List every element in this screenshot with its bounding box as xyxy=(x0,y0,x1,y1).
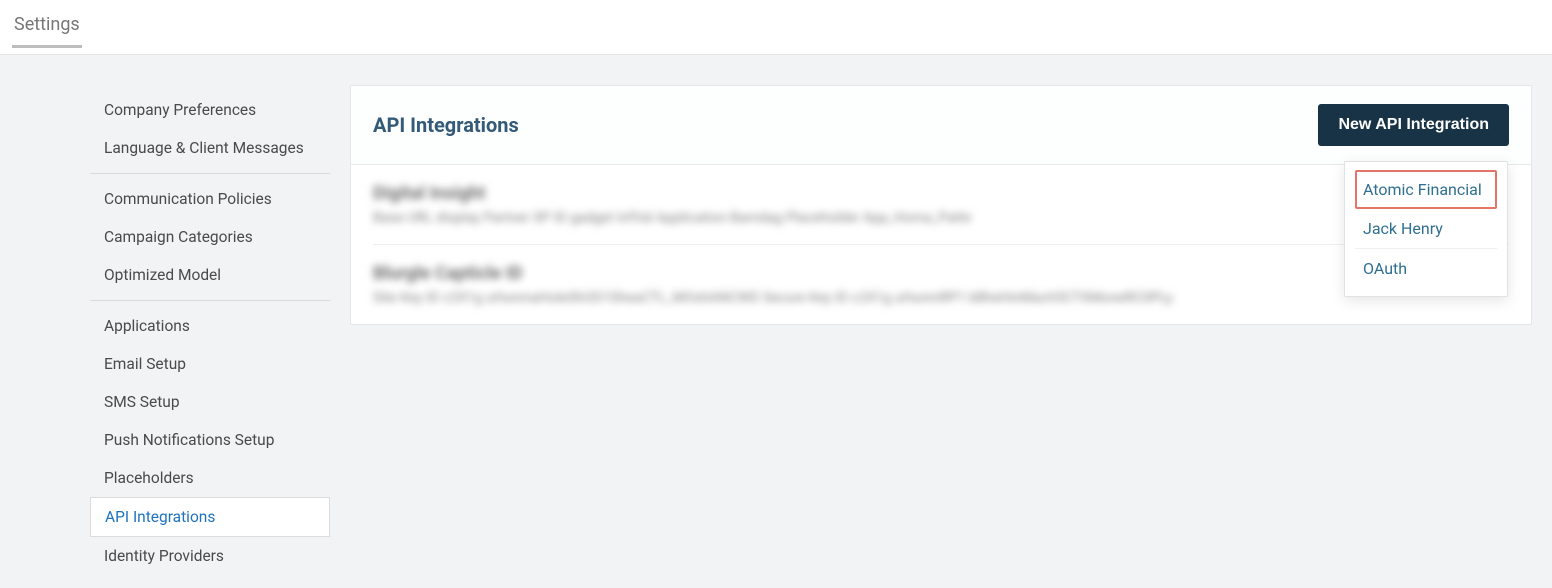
dropdown-option-oauth[interactable]: OAuth xyxy=(1355,249,1497,288)
tab-settings[interactable]: Settings xyxy=(12,12,82,48)
sidebar-item-placeholders[interactable]: Placeholders xyxy=(90,459,330,497)
sidebar-item-optimized-model[interactable]: Optimized Model xyxy=(90,256,330,294)
integration-row[interactable]: Digital Insight Base URL display Partner… xyxy=(373,165,1509,245)
integration-row-subtitle: Base URL display Partner SP ID gadget In… xyxy=(373,210,1509,226)
integration-row-subtitle: Site Key ID c2X1g uHunmaHoleShOD1SheaCTL… xyxy=(373,290,1509,306)
dropdown-option-jack-henry[interactable]: Jack Henry xyxy=(1355,209,1497,249)
integration-row-title: Blurgle Capticle ID xyxy=(373,263,1509,284)
integration-row-title: Digital Insight xyxy=(373,183,1509,204)
topbar: Settings xyxy=(0,0,1552,48)
integration-row[interactable]: Blurgle Capticle ID Site Key ID c2X1g uH… xyxy=(373,245,1509,324)
dropdown-option-atomic-financial[interactable]: Atomic Financial xyxy=(1355,170,1497,209)
settings-sidebar: Company Preferences Language & Client Me… xyxy=(90,85,330,588)
sidebar-item-communication-policies[interactable]: Communication Policies xyxy=(90,180,330,218)
panel-title: API Integrations xyxy=(373,113,519,137)
sidebar-item-identity-providers[interactable]: Identity Providers xyxy=(90,537,330,575)
sidebar-item-language-client-messages[interactable]: Language & Client Messages xyxy=(90,129,330,167)
new-api-integration-button[interactable]: New API Integration xyxy=(1318,104,1509,146)
gutter-left xyxy=(0,85,90,588)
sidebar-item-campaign-categories[interactable]: Campaign Categories xyxy=(90,218,330,256)
sidebar-item-email-setup[interactable]: Email Setup xyxy=(90,345,330,383)
sidebar-item-applications[interactable]: Applications xyxy=(90,307,330,345)
page: Company Preferences Language & Client Me… xyxy=(0,55,1552,588)
sidebar-group-0: Company Preferences Language & Client Me… xyxy=(90,85,330,174)
sidebar-item-push-notifications-setup[interactable]: Push Notifications Setup xyxy=(90,421,330,459)
panel-header: API Integrations New API Integration xyxy=(351,86,1531,165)
sidebar-item-sms-setup[interactable]: SMS Setup xyxy=(90,383,330,421)
sidebar-group-1: Communication Policies Campaign Categori… xyxy=(90,174,330,301)
sidebar-item-api-integrations[interactable]: API Integrations xyxy=(90,497,330,537)
new-integration-dropdown: Atomic Financial Jack Henry OAuth xyxy=(1344,161,1508,297)
sidebar-item-company-preferences[interactable]: Company Preferences xyxy=(90,91,330,129)
main-content: API Integrations New API Integration Dig… xyxy=(330,85,1552,588)
sidebar-group-2: Applications Email Setup SMS Setup Push … xyxy=(90,301,330,581)
